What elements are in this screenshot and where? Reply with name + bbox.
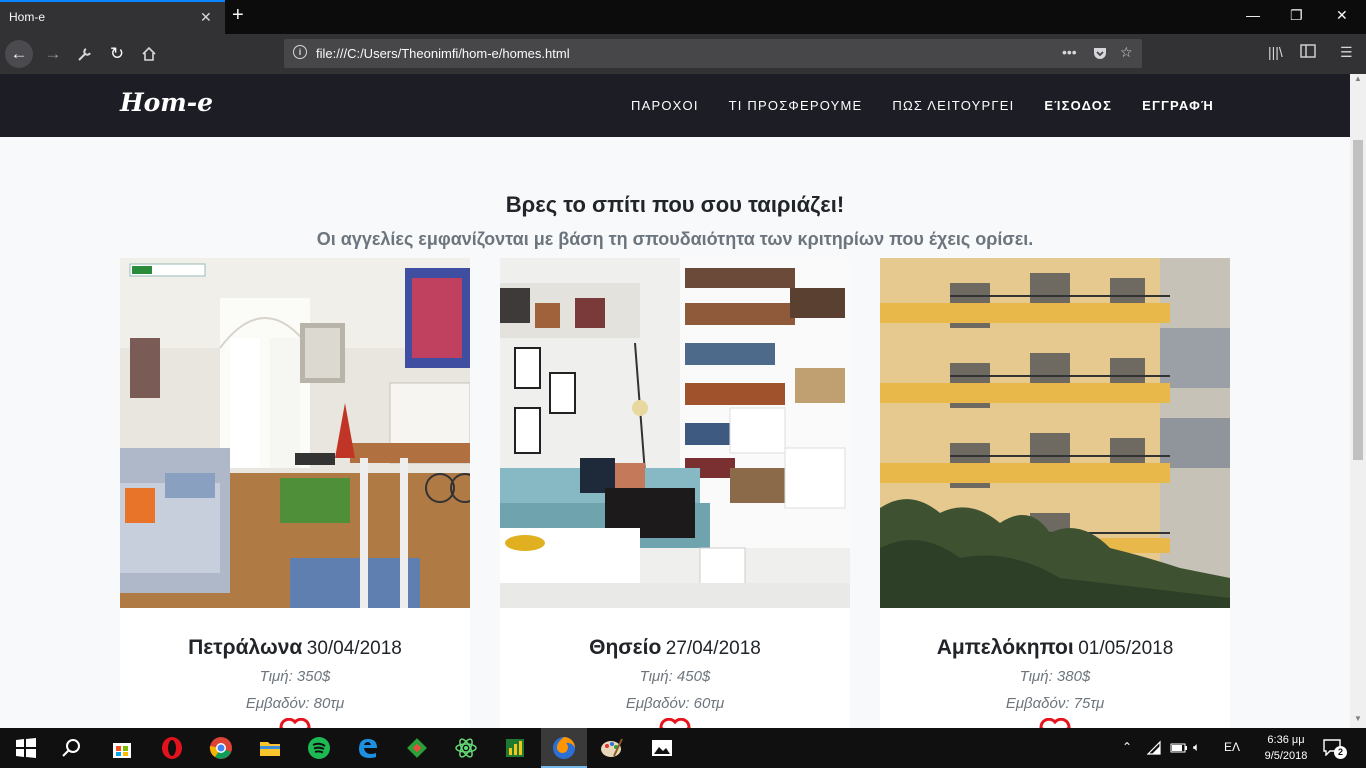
page-actions-icon[interactable]: ••• [1062, 44, 1077, 60]
site-header: Hom-e ΠΑΡΟΧΟΙ ΤΙ ΠΡΟΣΦΕΡΟΥΜΕ ΠΩΣ ΛΕΙΤΟΥΡ… [0, 74, 1350, 137]
browser-toolbar: ← → ↻ i file:///C:/Users/Theonimfi/hom-e… [0, 34, 1366, 74]
language-indicator[interactable]: ΕΛ [1224, 740, 1240, 754]
library-icon[interactable]: |||\ [1268, 44, 1283, 60]
listing-area: Θησείο [589, 636, 662, 659]
menu-item-how-it-works[interactable]: ΠΩΣ ΛΕΙΤΟΥΡΓΕΙ [892, 98, 1014, 113]
volume-icon[interactable]: 🔈︎ [1193, 740, 1200, 755]
close-tab-icon[interactable]: ✕ [200, 9, 212, 26]
windows-start-icon[interactable] [14, 736, 38, 760]
notification-count-badge: 2 [1334, 746, 1347, 759]
tab-title: Hom-e [9, 10, 46, 24]
clock[interactable]: 6:36 μμ 9/5/2018 [1258, 732, 1314, 764]
scroll-down-icon[interactable]: ▼ [1354, 714, 1362, 723]
page-title: Βρες το σπίτι που σου ταιριάζει! [505, 192, 845, 217]
close-window-icon[interactable]: ✕ [1336, 7, 1348, 24]
listing-area: Αμπελόκηποι [936, 636, 1074, 659]
back-arrow-icon[interactable]: ← [5, 40, 33, 68]
store-icon[interactable] [110, 736, 134, 760]
bookmark-star-icon[interactable]: ☆ [1120, 44, 1133, 61]
url-text: file:///C:/Users/Theonimfi/hom-e/homes.h… [316, 46, 570, 61]
atom-icon[interactable] [454, 736, 478, 760]
listing-card[interactable]: Πετράλωνα 30/04/2018 Τιμή: 350$ Εμβαδόν:… [120, 258, 470, 738]
search-icon[interactable] [60, 736, 84, 760]
listing-price: Τιμή: 380$ [1019, 668, 1091, 685]
firefox-icon [553, 737, 575, 759]
reload-icon[interactable]: ↻ [103, 40, 131, 68]
file-explorer-icon[interactable] [258, 736, 282, 760]
page-scrollbar[interactable]: ▲ ▼ [1350, 74, 1366, 728]
scroll-thumb[interactable] [1353, 140, 1363, 460]
spotify-icon[interactable] [307, 736, 331, 760]
listing-card[interactable]: Αμπελόκηποι 01/05/2018 Τιμή: 380$ Εμβαδό… [880, 258, 1230, 738]
paint-icon[interactable] [600, 736, 624, 760]
menu-item-login[interactable]: ΕΊΣΟΔΟΣ [1044, 98, 1112, 113]
wrench-icon[interactable] [71, 40, 99, 68]
listing-photo[interactable] [120, 258, 470, 608]
home-icon[interactable] [135, 40, 163, 68]
menu-item-register[interactable]: ΕΓΓΡΑΦΉ [1142, 98, 1214, 113]
listing-title: Θησείο 27/04/2018 [500, 636, 850, 660]
listing-price: Τιμή: 450$ [639, 668, 711, 685]
listing-price: Τιμή: 350$ [259, 668, 331, 685]
menu-item-offer[interactable]: ΤΙ ΠΡΟΣΦΕΡΟΥΜΕ [729, 98, 863, 113]
listing-size: Εμβαδόν: 80τμ [245, 695, 345, 712]
menu-item-providers[interactable]: ΠΑΡΟΧΟΙ [631, 98, 699, 113]
listing-card[interactable]: Θησείο 27/04/2018 Τιμή: 450$ Εμβαδόν: 60… [500, 258, 850, 738]
brand-logo[interactable]: Hom-e [120, 88, 213, 117]
tray-chevron-icon[interactable]: ⌃ [1122, 740, 1132, 754]
listing-area: Πετράλωνα [188, 636, 303, 659]
chart-app-icon[interactable] [503, 736, 527, 760]
scroll-up-icon[interactable]: ▲ [1354, 74, 1362, 83]
new-tab-icon[interactable]: + [232, 4, 244, 27]
pocket-icon[interactable] [1092, 44, 1108, 64]
edge-icon[interactable] [356, 736, 380, 760]
page-subtitle: Οι αγγελίες εμφανίζονται με βάση τη σπου… [316, 229, 1034, 249]
listing-title: Αμπελόκηποι 01/05/2018 [880, 636, 1230, 660]
listing-photo[interactable] [500, 258, 850, 608]
main-menu: ΠΑΡΟΧΟΙ ΤΙ ΠΡΟΣΦΕΡΟΥΜΕ ΠΩΣ ΛΕΙΤΟΥΡΓΕΙ ΕΊ… [601, 98, 1214, 113]
browser-tab[interactable]: Hom-e ✕ [0, 0, 225, 34]
info-icon[interactable]: i [293, 45, 307, 59]
listing-size: Εμβαδόν: 60τμ [625, 695, 725, 712]
listing-date: 27/04/2018 [665, 638, 761, 659]
sidebar-icon[interactable] [1300, 44, 1316, 61]
listing-date: 01/05/2018 [1078, 638, 1174, 659]
listing-title: Πετράλωνα 30/04/2018 [120, 636, 470, 660]
opera-icon[interactable] [160, 736, 184, 760]
minimize-icon[interactable]: — [1246, 7, 1260, 23]
listing-date: 30/04/2018 [306, 638, 402, 659]
photos-icon[interactable] [650, 736, 674, 760]
listing-size: Εμβαδόν: 75τμ [1005, 695, 1105, 712]
menu-hamburger-icon[interactable]: ☰ [1340, 44, 1353, 61]
listing-photo[interactable] [880, 258, 1230, 608]
browser-tab-bar: Hom-e ✕ + — ❐ ✕ [0, 0, 1366, 34]
address-bar[interactable]: i file:///C:/Users/Theonimfi/hom-e/homes… [284, 39, 1142, 68]
firefox-taskbar-button[interactable] [541, 728, 587, 768]
forward-arrow-icon[interactable]: → [39, 40, 67, 68]
battery-icon[interactable] [1170, 741, 1188, 755]
clock-date: 9/5/2018 [1264, 750, 1308, 762]
chrome-icon[interactable] [209, 736, 233, 760]
restore-icon[interactable]: ❐ [1290, 7, 1303, 24]
clock-time: 6:36 μμ [1267, 734, 1305, 746]
wifi-icon[interactable] [1146, 740, 1162, 756]
action-center-icon[interactable]: 2 [1322, 738, 1347, 761]
windows-taskbar: ⌃ 🔈︎ ΕΛ 6:36 μμ 9/5/2018 2 [0, 728, 1366, 768]
gitkraken-icon[interactable] [405, 736, 429, 760]
